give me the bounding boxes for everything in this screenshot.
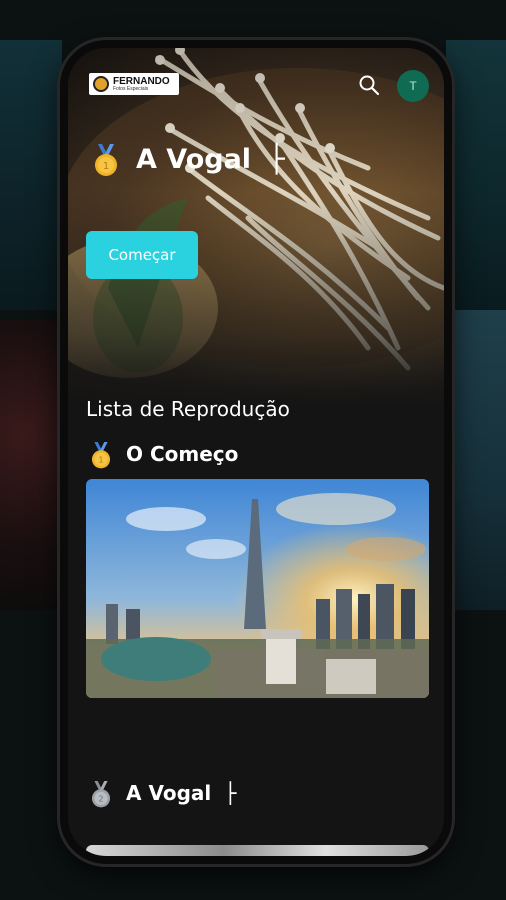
hero-title-text: A Vogal: [136, 144, 252, 175]
logo-text: FERNANDO Fotos Especiais: [113, 75, 170, 92]
avatar[interactable]: T: [397, 70, 429, 102]
gold-medal-icon: 1: [95, 144, 117, 176]
logo-subtitle: Fotos Especiais: [113, 85, 149, 92]
gold-medal-icon: 1: [91, 442, 111, 469]
section-title-o-comeco[interactable]: O Começo: [126, 442, 238, 466]
brand-logo[interactable]: FERNANDO Fotos Especiais: [89, 73, 179, 95]
hero-title-mark: ├: [268, 144, 285, 175]
video-thumbnail-partial[interactable]: [86, 845, 429, 856]
logo-name: FERNANDO: [113, 75, 170, 87]
svg-text:2: 2: [98, 794, 103, 804]
silver-medal-icon: 2: [91, 781, 111, 808]
backdrop-panel-left-mid: [0, 320, 62, 610]
app-screen: FERNANDO Fotos Especiais T 1 A Vogal ├ C…: [68, 48, 444, 856]
backdrop-panel-right-mid: [446, 310, 506, 610]
hero-banner: FERNANDO Fotos Especiais T 1 A Vogal ├ C…: [68, 48, 444, 408]
svg-text:1: 1: [103, 161, 109, 172]
section-title-mark: ├: [224, 781, 237, 805]
logo-emblem-icon: [93, 76, 109, 92]
section-title-text: A Vogal: [126, 781, 212, 805]
start-button[interactable]: Começar: [86, 231, 198, 279]
svg-text:1: 1: [98, 455, 103, 465]
search-icon[interactable]: [358, 74, 380, 96]
hero-title: A Vogal ├: [136, 144, 285, 175]
section-title-a-vogal[interactable]: A Vogal ├: [126, 781, 236, 805]
backdrop-panel-right-top: [446, 40, 506, 310]
hero-gradient-overlay: [68, 48, 444, 408]
video-thumbnail[interactable]: [86, 479, 429, 698]
backdrop-panel-left-top: [0, 40, 62, 310]
city-skyline-image: [86, 479, 429, 698]
playlist-heading: Lista de Reprodução: [86, 397, 290, 421]
